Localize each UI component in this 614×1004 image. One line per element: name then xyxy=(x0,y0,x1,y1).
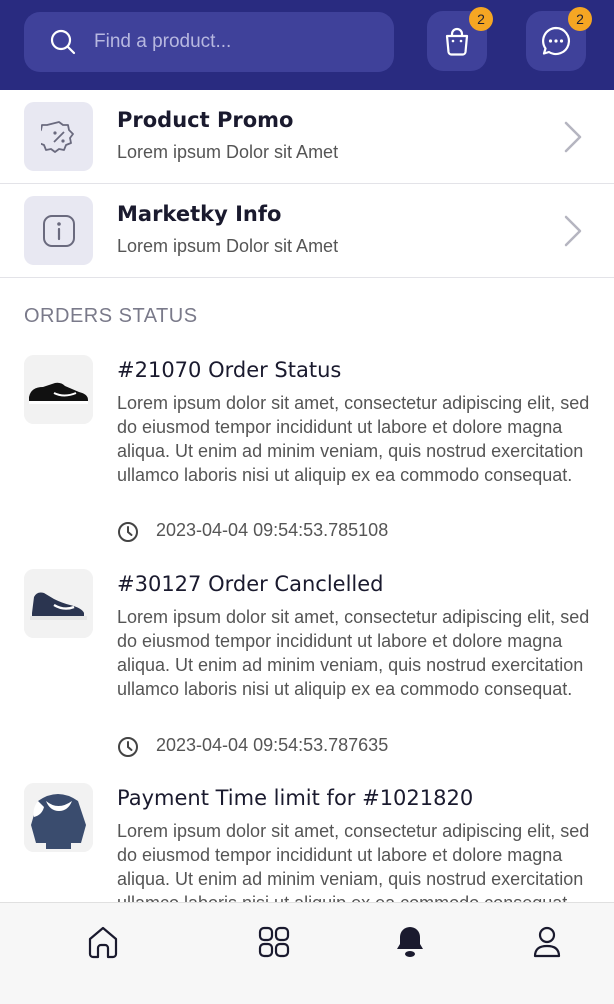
search-icon xyxy=(50,29,76,55)
app-header: Find a product... 2 2 xyxy=(0,0,614,90)
chevron-right-icon xyxy=(564,215,582,247)
order-title: #21070 Order Status xyxy=(117,358,342,382)
order-time-text: 2023-04-04 09:54:53.787635 xyxy=(156,735,389,755)
order-time-text: 2023-04-04 09:54:53.785108 xyxy=(156,520,389,540)
order-item[interactable]: #30127 Order Canclelled Lorem ipsum dolo… xyxy=(0,569,614,769)
cart-badge: 2 xyxy=(469,7,493,31)
menu-item-title: Marketky Info xyxy=(117,202,282,226)
home-icon xyxy=(88,926,118,959)
info-icon xyxy=(43,215,75,247)
nav-notifications[interactable] xyxy=(390,921,430,965)
chat-badge: 2 xyxy=(568,7,592,31)
menu-item-subtitle: Lorem ipsum Dolor sit Amet xyxy=(117,236,339,256)
icon-tile xyxy=(24,196,93,265)
chat-bubble-icon xyxy=(542,26,571,56)
search-input[interactable]: Find a product... xyxy=(24,12,394,72)
order-thumbnail xyxy=(24,783,93,852)
navy-hoodie-image xyxy=(24,783,93,852)
orders-status-heading: ORDERS STATUS xyxy=(24,305,198,327)
shopping-bag-icon xyxy=(445,27,469,56)
user-icon xyxy=(533,926,561,958)
bottom-navigation xyxy=(0,902,614,1004)
nav-categories[interactable] xyxy=(254,921,294,965)
chat-button[interactable]: 2 xyxy=(526,7,592,71)
menu-item-product-promo[interactable]: Product Promo Lorem ipsum Dolor sit Amet xyxy=(0,90,614,184)
order-timestamp: 2023-04-04 09:54:53.787635 xyxy=(117,734,592,760)
order-description: Lorem ipsum dolor sit amet, consectetur … xyxy=(117,393,590,485)
discount-badge-icon xyxy=(41,121,74,153)
clock-icon xyxy=(118,737,138,757)
search-placeholder: Find a product... xyxy=(94,31,232,52)
bell-icon xyxy=(397,927,423,957)
order-item[interactable]: Payment Time limit for #1021820 Lorem ip… xyxy=(0,783,614,902)
nav-home[interactable] xyxy=(83,921,123,965)
clock-icon xyxy=(118,522,138,542)
chevron-right-icon xyxy=(564,121,582,153)
black-sneaker-image xyxy=(24,355,93,424)
nav-profile[interactable] xyxy=(527,921,567,965)
order-timestamp: 2023-04-04 09:54:53.785108 xyxy=(117,519,592,545)
order-description: Lorem ipsum dolor sit amet, consectetur … xyxy=(117,607,590,699)
order-description: Lorem ipsum dolor sit amet, consectetur … xyxy=(117,821,590,902)
menu-item-subtitle: Lorem ipsum Dolor sit Amet xyxy=(117,142,339,162)
menu-item-marketky-info[interactable]: Marketky Info Lorem ipsum Dolor sit Amet xyxy=(0,184,614,278)
cart-button[interactable]: 2 xyxy=(427,7,493,71)
order-item[interactable]: #21070 Order Status Lorem ipsum dolor si… xyxy=(0,355,614,555)
navy-high-top-sneaker-image xyxy=(24,569,93,638)
order-thumbnail xyxy=(24,569,93,638)
order-title: Payment Time limit for #1021820 xyxy=(117,786,474,810)
order-thumbnail xyxy=(24,355,93,424)
order-title: #30127 Order Canclelled xyxy=(117,572,384,596)
grid-icon xyxy=(258,926,290,958)
icon-tile xyxy=(24,102,93,171)
menu-item-title: Product Promo xyxy=(117,108,294,132)
